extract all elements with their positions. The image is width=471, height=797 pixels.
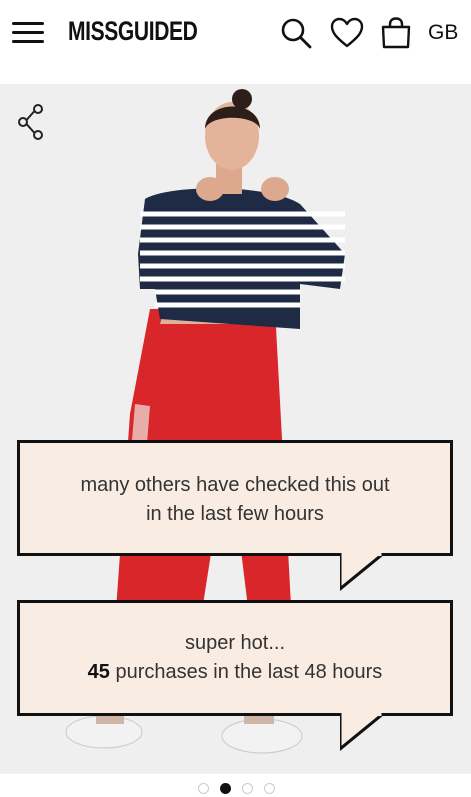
notice-line: super hot... (184, 632, 286, 654)
notice-line: 45 purchases in the last 48 hours (20, 658, 450, 687)
carousel-dot-active[interactable] (220, 783, 231, 794)
country-selector[interactable]: GB (428, 21, 458, 45)
menu-icon-bar (12, 40, 44, 43)
carousel-dot[interactable] (242, 783, 253, 794)
menu-icon-bar (12, 31, 44, 34)
bag-icon[interactable] (379, 16, 413, 50)
carousel-dot[interactable] (198, 783, 209, 794)
carousel-dot[interactable] (264, 783, 275, 794)
menu-icon-bar (12, 22, 44, 25)
notice-line: many others have checked this out (80, 474, 390, 496)
product-image[interactable]: many others have checked this out in the… (0, 84, 471, 774)
site-logo[interactable]: MISSGUIDED (68, 16, 198, 47)
purchase-count: 45 (87, 661, 110, 683)
search-icon[interactable] (279, 16, 313, 50)
carousel-pagination (0, 776, 471, 797)
site-header: MISSGUIDED GB (0, 0, 471, 84)
menu-icon[interactable] (12, 22, 44, 44)
purchase-count-label: purchases in the last 48 hours (109, 661, 383, 683)
heart-icon[interactable] (330, 16, 364, 50)
social-proof-notice: many others have checked this out in the… (17, 440, 453, 591)
speech-tail (340, 713, 385, 751)
notice-line: in the last few hours (146, 503, 324, 525)
share-icon[interactable] (16, 102, 46, 142)
purchase-count-notice: super hot... 45 purchases in the last 48… (17, 600, 453, 751)
speech-tail (340, 553, 385, 591)
